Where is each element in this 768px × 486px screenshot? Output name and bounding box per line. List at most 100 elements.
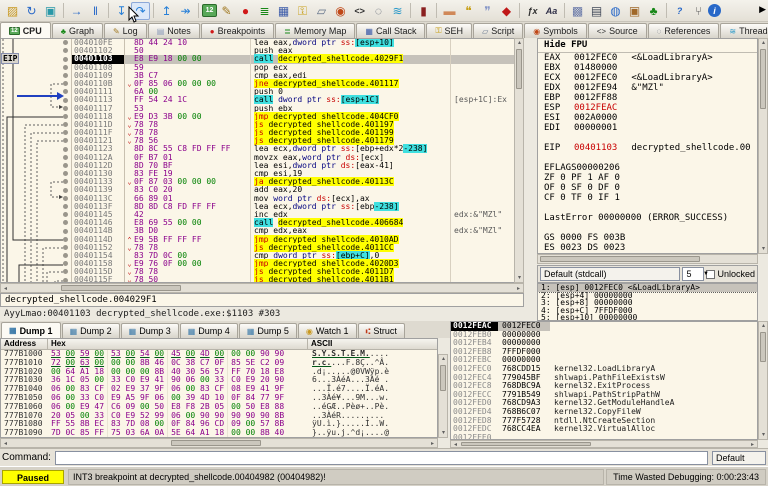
threads-view-icon[interactable]: ≋ <box>388 2 407 20</box>
tab-memory-map[interactable]: ≣Memory Map <box>275 23 355 38</box>
breakpoint-dot[interactable] <box>63 163 68 168</box>
tab-log[interactable]: ✎Log <box>104 23 147 38</box>
cpu-view-icon[interactable]: 12 <box>202 4 217 17</box>
run-to-user-code-icon[interactable]: ↠ <box>176 2 195 20</box>
tab-graph[interactable]: ♣Graph <box>52 23 103 38</box>
stack-row[interactable]: 0012FEB87FFDF000 <box>451 348 757 357</box>
stack-row[interactable]: 0012FED8777F5728ntdll.NtCreateSection <box>451 417 757 426</box>
restart-icon[interactable]: ↻ <box>22 2 41 20</box>
registers-hscrollbar[interactable] <box>537 254 758 264</box>
register-ebp[interactable]: EBP0012FF88 <box>538 93 757 103</box>
breakpoint-dot[interactable] <box>63 229 68 234</box>
breakpoint-dot[interactable] <box>63 220 68 225</box>
run-icon[interactable]: → <box>67 2 86 20</box>
dump-col-hex[interactable]: Hex <box>48 339 308 349</box>
disassembly-panel[interactable]: 004010FE8D 44 24 10lea eax,dword ptr ss:… <box>0 38 524 283</box>
symbols-view-icon[interactable]: ◉ <box>331 2 350 20</box>
about-info-icon[interactable]: i <box>708 4 721 17</box>
stack-row[interactable]: 0012FEB000000000 <box>451 331 757 340</box>
dump-col-address[interactable]: Address <box>1 339 48 349</box>
breakpoint-dot[interactable] <box>63 261 68 266</box>
breakpoint-dot[interactable] <box>63 245 68 250</box>
case-toggle-icon[interactable]: Aa <box>542 2 561 20</box>
arg-depth-spinner[interactable]: 5 <box>682 267 704 281</box>
tab-symbols[interactable]: ◉Symbols <box>524 23 587 38</box>
compile-icon[interactable]: ▩ <box>568 2 587 20</box>
calculator-icon[interactable]: ▤ <box>587 2 606 20</box>
bookmarks-icon[interactable]: ◆ <box>497 2 516 20</box>
step-out-icon[interactable]: ↥ <box>157 2 176 20</box>
breakpoint-dot[interactable] <box>63 40 68 45</box>
dump-vscrollbar[interactable]: ▴▾ <box>438 354 448 438</box>
tab-references[interactable]: ◌References <box>648 23 720 38</box>
stack-row[interactable]: 0012FEC8768DBC9Akernel32.ExitProcess <box>451 382 757 391</box>
source-view-icon[interactable]: <> <box>350 2 369 20</box>
dump-panel[interactable]: Address Hex ASCII 777B100053 00 59 0053 … <box>0 338 438 438</box>
report-bug-icon[interactable]: ? <box>670 2 689 20</box>
plugins-tree-icon[interactable]: ♣ <box>644 2 663 20</box>
breakpoint-dot[interactable] <box>63 204 68 209</box>
breakpoint-dot[interactable] <box>63 106 68 111</box>
tab-notes[interactable]: ▤Notes <box>148 23 200 38</box>
tab-cpu[interactable]: 12CPU <box>0 22 51 38</box>
patches-icon[interactable]: ▬ <box>440 2 459 20</box>
pause-icon[interactable]: ‖ <box>86 2 105 20</box>
stack-row[interactable]: 0012FEBC00000000 <box>451 356 757 365</box>
breakpoint-dot[interactable] <box>63 269 68 274</box>
breakpoint-dot[interactable] <box>63 253 68 258</box>
breakpoint-dot[interactable] <box>63 179 68 184</box>
call-stack-view-icon[interactable]: ▦ <box>274 2 293 20</box>
breakpoint-dot[interactable] <box>63 130 68 135</box>
tab-breakpoints[interactable]: ●Breakpoints <box>201 23 274 38</box>
command-script-type-select[interactable]: Default <box>712 451 766 465</box>
calling-convention-select[interactable]: Default (stdcall) <box>540 267 680 281</box>
stack-hscrollbar[interactable]: ◂▸ <box>450 440 758 448</box>
stack-row[interactable]: 0012FEC0768CDD15kernel32.LoadLibraryA <box>451 365 757 374</box>
breakpoint-toggle-icon[interactable]: ● <box>236 2 255 20</box>
register-edi[interactable]: EDI00000001 <box>538 123 757 133</box>
tab-script[interactable]: ▱Script <box>473 23 523 38</box>
dump-col-ascii[interactable]: ASCII <box>308 339 437 349</box>
vertical-splitter[interactable] <box>524 38 537 283</box>
edit-script-icon[interactable]: ✎ <box>217 2 236 20</box>
dump-row[interactable]: 777B10907D 0C 85 FF75 03 6A 0A5E 64 A1 1… <box>1 429 437 438</box>
stack-row[interactable]: 0012FEDC768CC4EAkernel32.VirtualAlloc <box>451 425 757 434</box>
stack-panel[interactable]: 0012FEAC0012FEC00012FEB0000000000012FEB4… <box>450 321 758 440</box>
dump-tab-watch-1[interactable]: ◉Watch 1 <box>298 323 357 338</box>
breakpoint-dot[interactable] <box>63 114 68 119</box>
breakpoint-dot[interactable] <box>63 81 68 86</box>
register-eflags[interactable]: EFLAGS00000206 <box>538 163 757 173</box>
breakpoint-dot[interactable] <box>63 155 68 160</box>
register-eax[interactable]: EAX0012FEC0<&LoadLibraryA> <box>538 53 757 63</box>
tab-source[interactable]: <>Source <box>588 23 647 38</box>
internet-help-icon[interactable]: ◍ <box>606 2 625 20</box>
breakpoint-dot[interactable] <box>63 89 68 94</box>
tab-threads[interactable]: ≋Threads <box>720 23 768 38</box>
stack-row[interactable]: 0012FED0768CD9A3kernel32.GetModuleHandle… <box>451 399 757 408</box>
stack-row[interactable]: 0012FECC7791B549shlwapi.PathStripPathW <box>451 391 757 400</box>
breakpoint-dot[interactable] <box>63 138 68 143</box>
labels-icon[interactable]: ❞ <box>478 2 497 20</box>
breakpoint-dot[interactable] <box>63 147 68 152</box>
registers-panel[interactable]: Hide FPU EAX0012FEC0<&LoadLibraryA>EBX01… <box>537 38 758 254</box>
disasm-vscrollbar[interactable]: ▴▾ <box>514 38 524 283</box>
comments-icon[interactable]: ❝ <box>459 2 478 20</box>
register-ecx[interactable]: ECX0012FEC0<&LoadLibraryA> <box>538 73 757 83</box>
tab-overflow-arrow[interactable]: ▶ <box>759 4 766 15</box>
trace-icon[interactable]: ▮ <box>414 2 433 20</box>
dump-tab-dump-3[interactable]: ▦Dump 3 <box>121 323 179 338</box>
stack-row[interactable]: 0012FEC4779045BFshlwapi.PathFileExistsW <box>451 374 757 383</box>
close-debuggee-icon[interactable]: ▣ <box>41 2 60 20</box>
stack-vscrollbar[interactable]: ▴▾ <box>758 321 768 440</box>
script-view-icon[interactable]: ▱ <box>312 2 331 20</box>
register-esp[interactable]: ESP0012FEAC <box>538 103 757 113</box>
register-esi[interactable]: ESI002A0000 <box>538 113 757 123</box>
breakpoint-dot[interactable] <box>63 237 68 242</box>
tab-seh[interactable]: ⚿SEH <box>426 23 472 38</box>
stack-row[interactable]: 0012FEB400000000 <box>451 339 757 348</box>
seh-chain-icon[interactable]: ⚿ <box>293 2 312 20</box>
breakpoint-dot[interactable] <box>63 98 68 103</box>
breakpoint-dot[interactable] <box>63 73 68 78</box>
dump-hscrollbar[interactable]: ◂▸ <box>0 438 438 448</box>
breakpoint-dot[interactable] <box>63 65 68 70</box>
